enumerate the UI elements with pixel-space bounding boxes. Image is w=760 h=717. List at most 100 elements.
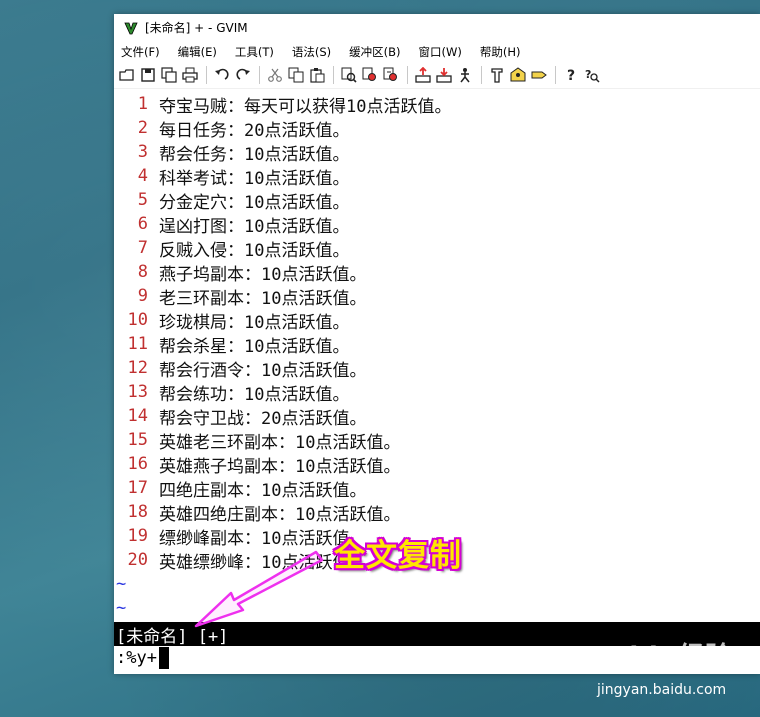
svg-text:?: ? bbox=[567, 68, 575, 83]
empty-line-tilde: ~ bbox=[116, 574, 127, 594]
toolbar-separator bbox=[555, 66, 556, 84]
editor-line: 9 老三环副本：10点活跃值。 bbox=[114, 284, 760, 309]
editor-line: 8 燕子坞副本：10点活跃值。 bbox=[114, 260, 760, 285]
line-number: 11 bbox=[127, 334, 148, 354]
toolbar-separator bbox=[333, 66, 334, 84]
line-text: 老三环副本：10点活跃值。 bbox=[159, 288, 367, 309]
line-number: 7 bbox=[137, 238, 148, 258]
tag-icon[interactable] bbox=[529, 65, 549, 85]
line-text: 珍珑棋局：10点活跃值。 bbox=[159, 312, 350, 333]
redo-icon[interactable] bbox=[233, 65, 253, 85]
help-icon[interactable]: ? bbox=[561, 65, 581, 85]
gvim-window[interactable]: [未命名] + - GVIM 文件(F) 编辑(E) 工具(T) 语法(S) 缓… bbox=[114, 14, 760, 674]
editor-line: 16 英雄燕子坞副本：10点活跃值。 bbox=[114, 452, 760, 477]
line-number: 4 bbox=[137, 166, 148, 186]
toolbar-separator bbox=[259, 66, 260, 84]
line-text: 每日任务：20点活跃值。 bbox=[159, 120, 350, 141]
empty-line-tilde: ~ bbox=[116, 598, 127, 618]
svg-text:?: ? bbox=[585, 68, 591, 81]
line-text: 帮会练功：10点活跃值。 bbox=[159, 384, 350, 405]
editor-line: 2 每日任务：20点活跃值。 bbox=[114, 116, 760, 141]
line-text: 分金定穴：10点活跃值。 bbox=[159, 192, 350, 213]
editor-line: 12 帮会行酒令：10点活跃值。 bbox=[114, 356, 760, 381]
editor-line: 6 逞凶打图：10点活跃值。 bbox=[114, 212, 760, 237]
save-session-icon[interactable] bbox=[434, 65, 454, 85]
tag-jump-icon[interactable] bbox=[508, 65, 528, 85]
line-number: 18 bbox=[127, 502, 148, 522]
line-text: 帮会行酒令：10点活跃值。 bbox=[159, 360, 367, 381]
line-number: 8 bbox=[137, 262, 148, 282]
text-cursor bbox=[158, 647, 169, 669]
line-number: 17 bbox=[127, 478, 148, 498]
find-next-icon[interactable] bbox=[360, 65, 380, 85]
print-icon[interactable] bbox=[180, 65, 200, 85]
toolbar-separator bbox=[407, 66, 408, 84]
line-text: 帮会守卫战：20点活跃值。 bbox=[159, 408, 367, 429]
menu-file[interactable]: 文件(F) bbox=[116, 44, 165, 60]
editor-line: 14 帮会守卫战：20点活跃值。 bbox=[114, 404, 760, 429]
save-icon[interactable] bbox=[138, 65, 158, 85]
paste-icon[interactable] bbox=[307, 65, 327, 85]
line-number: 16 bbox=[127, 454, 148, 474]
line-number: 20 bbox=[127, 550, 148, 570]
watermark-logo-text: Baidu经验 bbox=[590, 642, 733, 672]
copy-icon[interactable] bbox=[286, 65, 306, 85]
menu-buffers[interactable]: 缓冲区(B) bbox=[344, 44, 405, 60]
line-number: 12 bbox=[127, 358, 148, 378]
line-number: 2 bbox=[137, 118, 148, 138]
status-line-text: [未命名] [+] bbox=[116, 626, 229, 647]
cut-icon[interactable] bbox=[265, 65, 285, 85]
find-prev-icon[interactable] bbox=[381, 65, 401, 85]
editor-line: 13 帮会练功：10点活跃值。 bbox=[114, 380, 760, 405]
command-text: :%y+ bbox=[116, 648, 157, 668]
line-text: 燕子坞副本：10点活跃值。 bbox=[159, 264, 367, 285]
line-number: 9 bbox=[137, 286, 148, 306]
line-text: 英雄四绝庄副本：10点活跃值。 bbox=[159, 504, 401, 525]
watermark-url: jingyan.baidu.com bbox=[597, 682, 727, 698]
make-icon[interactable] bbox=[487, 65, 507, 85]
menu-window[interactable]: 窗口(W) bbox=[414, 44, 467, 60]
line-number: 10 bbox=[127, 310, 148, 330]
line-number: 19 bbox=[127, 526, 148, 546]
menu-tools[interactable]: 工具(T) bbox=[230, 44, 279, 60]
menu-syntax[interactable]: 语法(S) bbox=[287, 44, 336, 60]
line-number: 5 bbox=[137, 190, 148, 210]
editor-line: 3 帮会任务：10点活跃值。 bbox=[114, 140, 760, 165]
line-text: 科举考试：10点活跃值。 bbox=[159, 168, 350, 189]
line-number: 3 bbox=[137, 142, 148, 162]
line-number: 14 bbox=[127, 406, 148, 426]
line-text: 帮会杀星：10点活跃值。 bbox=[159, 336, 350, 357]
line-text: 英雄燕子坞副本：10点活跃值。 bbox=[159, 456, 401, 477]
save-all-icon[interactable] bbox=[159, 65, 179, 85]
editor-line: 10 珍珑棋局：10点活跃值。 bbox=[114, 308, 760, 333]
find-help-icon[interactable]: ? bbox=[582, 65, 602, 85]
toolbar-separator bbox=[481, 66, 482, 84]
line-text: 逞凶打图：10点活跃值。 bbox=[159, 216, 350, 237]
title-bar[interactable]: [未命名] + - GVIM bbox=[114, 14, 760, 41]
line-text: 夺宝马贼：每天可以获得10点活跃值。 bbox=[159, 96, 452, 117]
baidu-watermark-logo: Baidu经验 bbox=[590, 636, 732, 673]
line-number: 6 bbox=[137, 214, 148, 234]
toolbar-separator bbox=[206, 66, 207, 84]
undo-icon[interactable] bbox=[212, 65, 232, 85]
line-text: 英雄老三环副本：10点活跃值。 bbox=[159, 432, 401, 453]
menu-help[interactable]: 帮助(H) bbox=[475, 44, 526, 60]
window-title: [未命名] + - GVIM bbox=[145, 21, 248, 35]
menu-edit[interactable]: 编辑(E) bbox=[173, 44, 222, 60]
line-number: 1 bbox=[137, 94, 148, 114]
editor-line: 18 英雄四绝庄副本：10点活跃值。 bbox=[114, 500, 760, 525]
editor-line: 1 夺宝马贼：每天可以获得10点活跃值。 bbox=[114, 92, 760, 117]
run-script-icon[interactable] bbox=[455, 65, 475, 85]
annotation-label: 全文复制 bbox=[334, 538, 462, 574]
menu-bar: 文件(F) 编辑(E) 工具(T) 语法(S) 缓冲区(B) 窗口(W) 帮助(… bbox=[114, 41, 760, 62]
replace-icon[interactable] bbox=[339, 65, 359, 85]
open-icon[interactable] bbox=[117, 65, 137, 85]
line-text: 四绝庄副本：10点活跃值。 bbox=[159, 480, 367, 501]
line-number: 15 bbox=[127, 430, 148, 450]
line-text: 帮会任务：10点活跃值。 bbox=[159, 144, 350, 165]
editor-line: 7 反贼入侵：10点活跃值。 bbox=[114, 236, 760, 261]
gvim-app-icon bbox=[123, 20, 139, 36]
editor-line: 11 帮会杀星：10点活跃值。 bbox=[114, 332, 760, 357]
load-session-icon[interactable] bbox=[413, 65, 433, 85]
toolbar: ? ? bbox=[114, 62, 760, 89]
